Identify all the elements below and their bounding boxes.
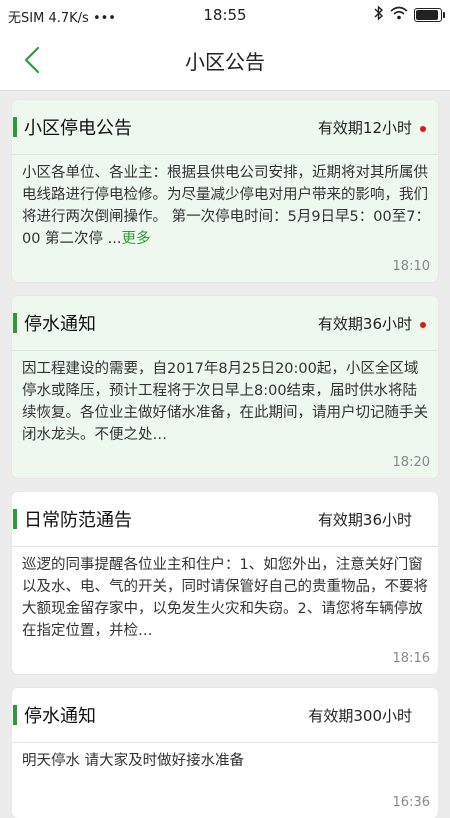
status-bar: 无SIM 4.7K/s ••• 18:55	[0, 0, 450, 30]
notice-card-header: 停水通知 有效期300小时	[12, 688, 438, 743]
status-right	[374, 5, 445, 25]
notice-body-text: 小区各单位、各业主：根据县供电公司安排，近期将对其所属供电线路进行停电检修。为尽…	[22, 165, 430, 247]
accent-bar	[13, 705, 17, 725]
wifi-icon	[390, 6, 408, 24]
notice-card-power-outage[interactable]: 小区停电公告 有效期12小时 小区各单位、各业主：根据县供电公司安排，近期将对其…	[12, 100, 438, 282]
notice-body: 明天停水 请大家及时做好接水准备	[22, 753, 245, 769]
notice-title: 停水通知	[24, 314, 96, 335]
notice-validity: 有效期12小时	[317, 119, 412, 137]
notice-validity: 有效期36小时	[317, 315, 412, 333]
accent-bar	[13, 509, 17, 529]
notice-card-water-outage-2[interactable]: 停水通知 有效期300小时 明天停水 请大家及时做好接水准备 16:36	[12, 688, 438, 818]
notice-body: 巡逻的同事提醒各位业主和住户：1、如您外出，注意关好门窗以及水、电、气的开关，同…	[22, 557, 428, 639]
notice-body: 小区各单位、各业主：根据县供电公司安排，近期将对其所属供电线路进行停电检修。为尽…	[22, 162, 430, 250]
notice-card-daily-safety[interactable]: 日常防范通告 有效期36小时 巡逻的同事提醒各位业主和住户：1、如您外出，注意关…	[12, 492, 438, 674]
notice-validity: 有效期300小时	[308, 707, 412, 725]
notice-title: 小区停电公告	[24, 118, 132, 139]
more-link[interactable]: 更多	[122, 231, 151, 247]
unread-dot-icon	[420, 126, 426, 132]
notice-time: 18:10	[392, 259, 430, 274]
unread-dot-icon	[420, 322, 426, 328]
notice-title: 日常防范通告	[24, 510, 132, 531]
notice-body: 因工程建设的需要，自2017年8月25日20:00起，小区全区域停水或降压，预计…	[22, 361, 428, 443]
notice-card-header: 停水通知 有效期36小时	[12, 296, 438, 351]
notice-card-water-outage[interactable]: 停水通知 有效期36小时 因工程建设的需要，自2017年8月25日20:00起，…	[12, 296, 438, 478]
page-title: 小区公告	[185, 50, 265, 74]
notice-card-header: 日常防范通告 有效期36小时	[12, 492, 438, 547]
accent-bar	[13, 313, 17, 333]
notice-time: 16:36	[392, 795, 430, 810]
accent-bar	[13, 117, 17, 137]
notice-title: 停水通知	[24, 706, 96, 727]
notice-time: 18:20	[392, 455, 430, 470]
bluetooth-icon	[374, 5, 384, 25]
nav-bar: 小区公告	[0, 30, 450, 91]
notice-card-header: 小区停电公告 有效期12小时	[12, 100, 438, 155]
battery-icon	[414, 8, 445, 22]
notice-time: 18:16	[392, 651, 430, 666]
notice-validity: 有效期36小时	[317, 511, 412, 529]
